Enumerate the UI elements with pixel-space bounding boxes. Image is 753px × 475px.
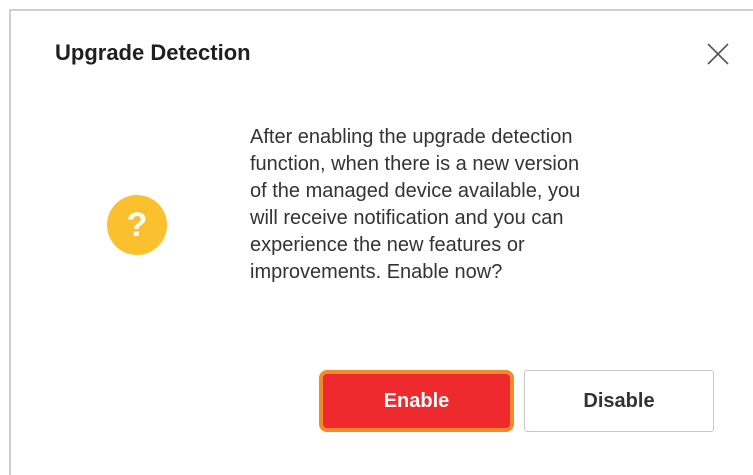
disable-button[interactable]: Disable	[524, 370, 714, 432]
message-line: experience the new features or	[250, 234, 525, 256]
close-icon[interactable]	[705, 41, 731, 67]
message-line: improvements. Enable now?	[250, 261, 503, 283]
dialog-message: After enabling the upgrade detection fun…	[250, 124, 690, 286]
dialog-title: Upgrade Detection	[55, 40, 251, 65]
question-icon: ?	[107, 195, 167, 255]
message-line: of the managed device available, you	[250, 180, 581, 202]
message-line: After enabling the upgrade detection	[250, 126, 573, 148]
message-line: function, when there is a new version	[250, 153, 580, 175]
upgrade-detection-dialog: Upgrade Detection ? After enabling the u…	[9, 9, 753, 475]
message-line: will receive notification and you can	[250, 207, 564, 229]
enable-button[interactable]: Enable	[319, 370, 514, 432]
